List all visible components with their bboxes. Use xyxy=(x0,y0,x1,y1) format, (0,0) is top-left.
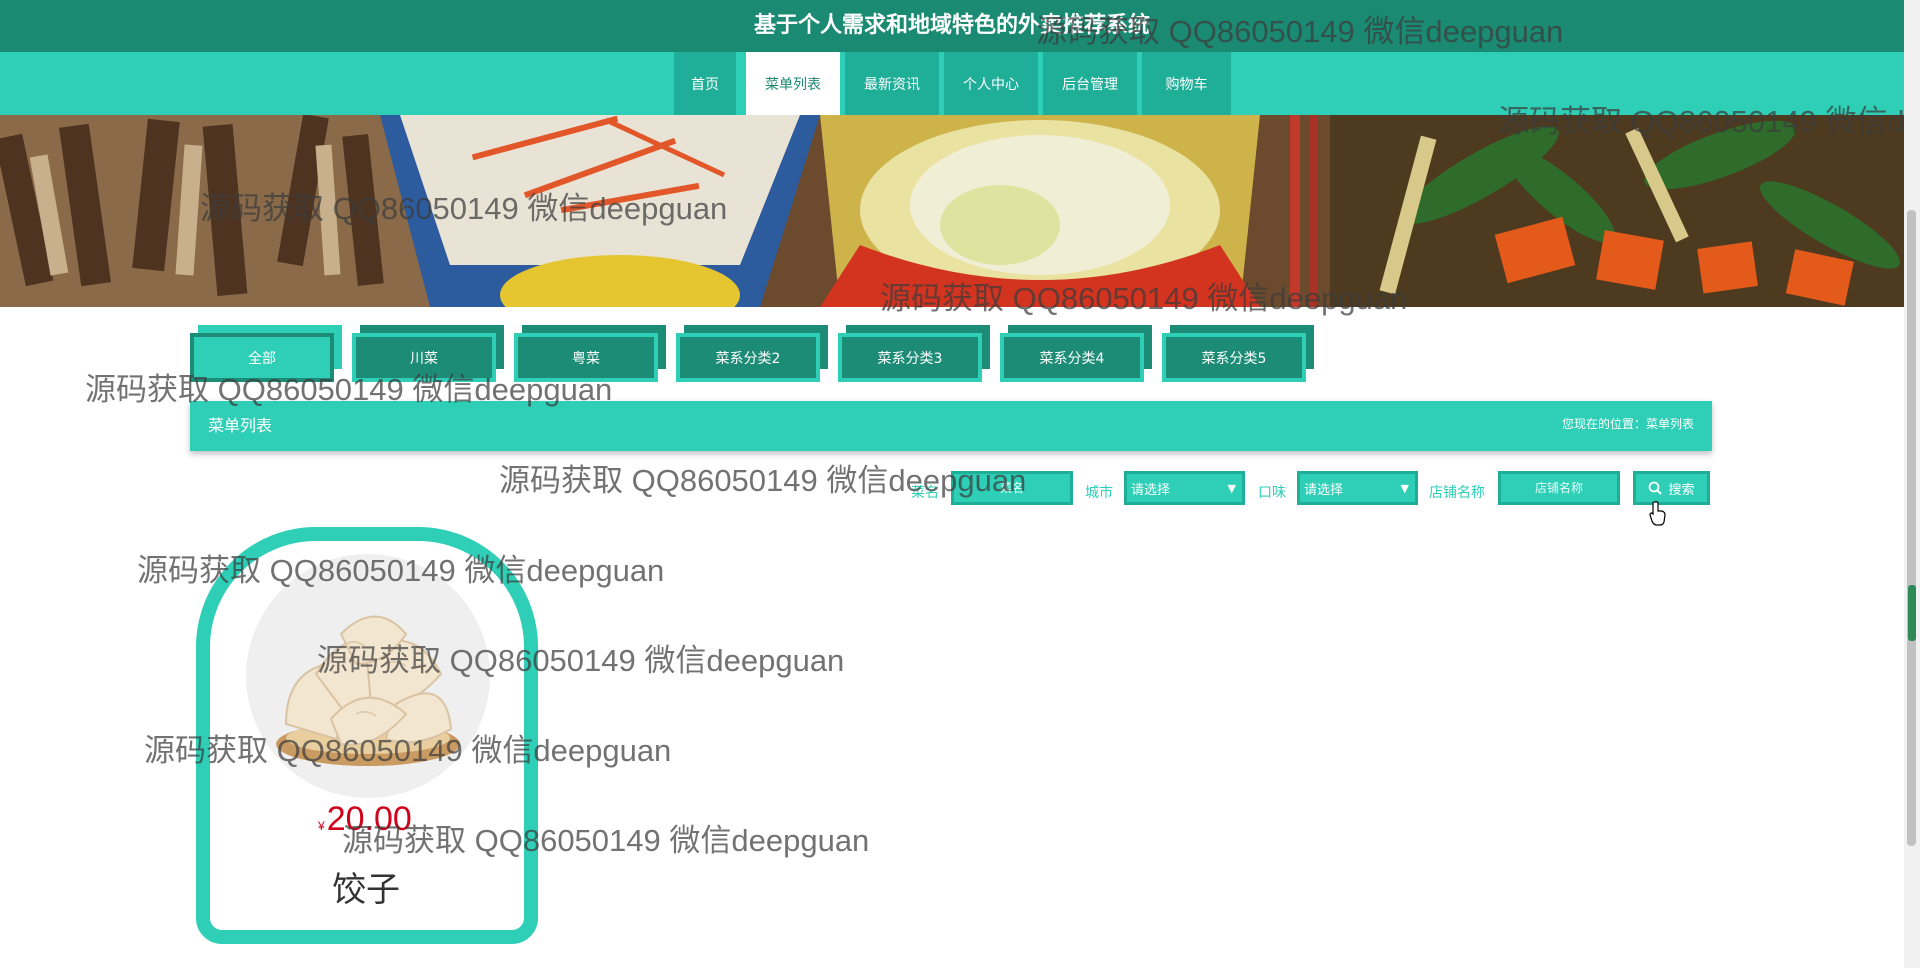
taste-select-value: 请选择 xyxy=(1304,482,1344,498)
category-all-button[interactable]: 全部 xyxy=(190,325,342,382)
nav-item-admin[interactable]: 后台管理 xyxy=(1043,52,1137,115)
shop-name-label: 店铺名称 xyxy=(1429,485,1485,501)
city-select-value: 请选择 xyxy=(1131,482,1171,498)
price-value: 20.00 xyxy=(326,800,412,838)
nav-label: 后台管理 xyxy=(1062,76,1118,93)
nav-item-home[interactable]: 首页 xyxy=(674,52,736,115)
nav-label: 购物车 xyxy=(1165,76,1208,93)
search-icon xyxy=(1649,481,1663,495)
category-label: 粤菜 xyxy=(514,333,658,382)
scrollbar-thumb[interactable] xyxy=(1907,210,1916,846)
category-label: 菜系分类2 xyxy=(676,333,820,382)
category-label: 菜系分类5 xyxy=(1162,333,1306,382)
site-title: 基于个人需求和地域特色的外卖推荐系统 xyxy=(753,13,1150,38)
dish-name-input[interactable] xyxy=(951,471,1073,505)
dumplings-illustration xyxy=(276,615,460,766)
nav-label: 菜单列表 xyxy=(765,76,821,93)
nav-item-profile[interactable]: 个人中心 xyxy=(944,52,1038,115)
nav-item-cart[interactable]: 购物车 xyxy=(1142,52,1231,115)
chevron-down-icon: ▼ xyxy=(1400,481,1409,495)
nav-label: 最新资讯 xyxy=(864,76,920,93)
city-label: 城市 xyxy=(1085,485,1113,501)
category-label: 菜系分类4 xyxy=(1000,333,1144,382)
section-title: 菜单列表 xyxy=(208,416,273,435)
category-2-button[interactable]: 菜系分类2 xyxy=(676,325,828,382)
taste-label: 口味 xyxy=(1258,485,1286,501)
city-select[interactable]: 请选择 ▼ xyxy=(1124,471,1245,505)
category-sichuan-button[interactable]: 川菜 xyxy=(352,325,504,382)
banner-illustration xyxy=(0,115,1904,307)
nav-item-news[interactable]: 最新资讯 xyxy=(845,52,939,115)
watermark-text: 源码获取 QQ86050149 微信deepguan xyxy=(499,463,1027,498)
hand-cursor-icon xyxy=(1649,501,1666,526)
main-nav: 首页 菜单列表 最新资讯 个人中心 后台管理 购物车 xyxy=(0,52,1904,115)
breadcrumb: 您现在的位置：菜单列表 xyxy=(1561,417,1694,431)
search-button-label: 搜索 xyxy=(1668,482,1695,498)
category-label: 全部 xyxy=(190,333,334,382)
food-banner-image xyxy=(0,115,1904,307)
search-button[interactable]: 搜索 xyxy=(1633,471,1710,505)
category-4-button[interactable]: 菜系分类4 xyxy=(1000,325,1152,382)
nav-label: 个人中心 xyxy=(963,76,1019,93)
category-cantonese-button[interactable]: 粤菜 xyxy=(514,325,666,382)
nav-label: 首页 xyxy=(691,76,719,93)
category-label: 川菜 xyxy=(352,333,496,382)
dish-image[interactable] xyxy=(246,554,490,798)
shop-name-input[interactable] xyxy=(1498,471,1620,505)
section-header-bar: 菜单列表 您现在的位置：菜单列表 xyxy=(190,401,1712,451)
dish-name-label: 菜名 xyxy=(911,485,939,501)
currency-symbol: ¥ xyxy=(318,819,325,833)
chevron-down-icon: ▼ xyxy=(1227,481,1236,495)
nav-item-menu-list[interactable]: 菜单列表 xyxy=(746,52,840,115)
dish-price: ¥20.00 xyxy=(318,800,412,839)
scrollbar-indicator xyxy=(1908,585,1916,641)
category-label: 菜系分类3 xyxy=(838,333,982,382)
taste-select[interactable]: 请选择 ▼ xyxy=(1297,471,1418,505)
dish-name[interactable]: 饺子 xyxy=(332,862,400,911)
category-5-button[interactable]: 菜系分类5 xyxy=(1162,325,1314,382)
site-header: 基于个人需求和地域特色的外卖推荐系统 xyxy=(0,0,1904,52)
category-3-button[interactable]: 菜系分类3 xyxy=(838,325,990,382)
